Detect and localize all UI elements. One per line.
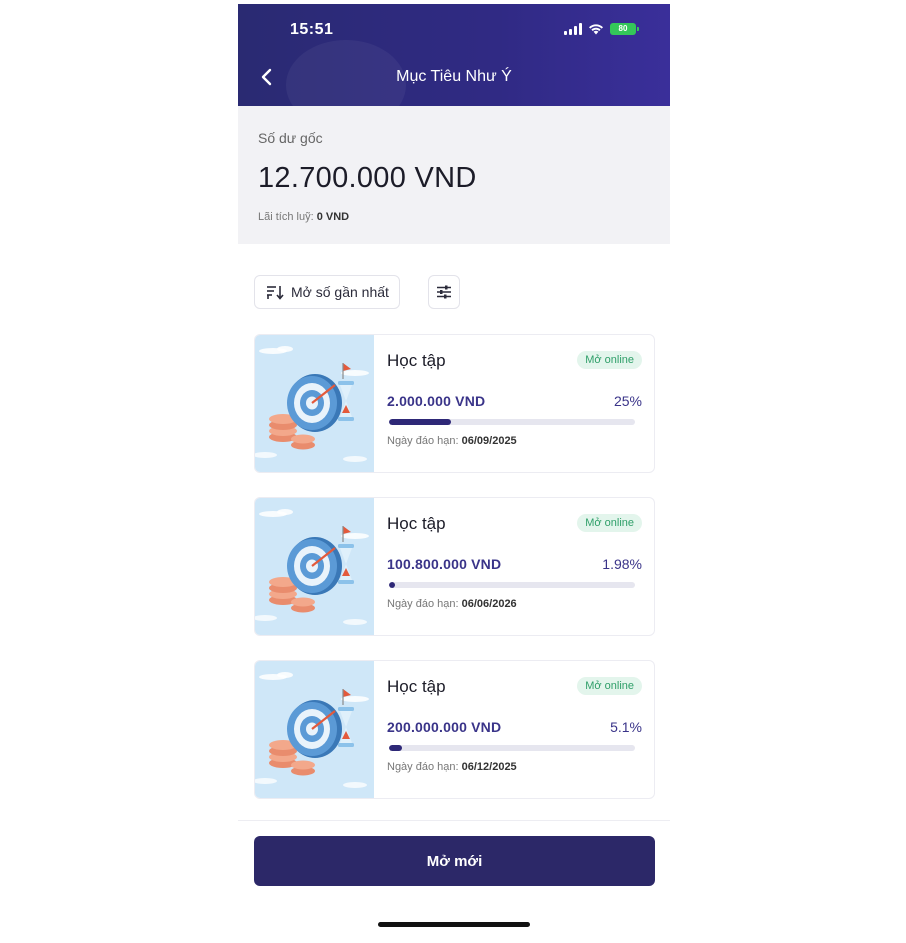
card-maturity: Ngày đáo hạn: 06/06/2026 bbox=[387, 598, 517, 610]
maturity-label: Ngày đáo hạn: bbox=[387, 598, 459, 610]
card-amount: 2.000.000 VND bbox=[387, 393, 486, 409]
progress-fill bbox=[389, 582, 395, 588]
card-percent: 5.1% bbox=[610, 719, 642, 735]
card-goal-name: Học tập bbox=[387, 677, 446, 696]
card-goal-name: Học tập bbox=[387, 514, 446, 533]
accrued-value: 0 VND bbox=[316, 211, 350, 223]
accrued-interest: Lãi tích luỹ: 0 VND bbox=[258, 211, 349, 223]
online-badge: Mở online bbox=[577, 677, 642, 695]
online-badge: Mở online bbox=[577, 351, 642, 369]
maturity-date: 06/06/2026 bbox=[461, 598, 517, 610]
phone-screen: 15:51 80 Mục Tiêu Như Ý Số dư gốc 12.700… bbox=[238, 4, 670, 939]
battery-icon: 80 bbox=[610, 23, 639, 35]
footer-divider bbox=[238, 820, 670, 821]
cellular-signal-icon bbox=[564, 23, 582, 35]
status-time: 15:51 bbox=[290, 21, 334, 38]
card-percent: 25% bbox=[613, 393, 642, 409]
balance-panel: Số dư gốc 12.700.000 VND Lãi tích luỹ: 0… bbox=[238, 106, 670, 244]
card-amount: 200.000.000 VND bbox=[387, 719, 502, 735]
target-coins-hourglass-illustration bbox=[255, 346, 369, 462]
progress-fill bbox=[389, 419, 451, 425]
savings-card[interactable]: Học tập Mở online 100.800.000 VND 1.98% … bbox=[254, 497, 655, 636]
progress-fill bbox=[389, 745, 402, 751]
card-amount: 100.800.000 VND bbox=[387, 556, 502, 572]
sort-button[interactable]: Mở số gần nhất bbox=[254, 275, 400, 309]
progress-bar bbox=[389, 582, 635, 588]
target-coins-hourglass-illustration bbox=[255, 509, 369, 625]
filter-button[interactable] bbox=[428, 275, 460, 309]
sort-label: Mở số gần nhất bbox=[291, 284, 389, 300]
status-icons: 80 bbox=[564, 23, 639, 35]
card-illustration bbox=[255, 335, 374, 472]
maturity-date: 06/12/2025 bbox=[461, 761, 517, 773]
card-maturity: Ngày đáo hạn: 06/12/2025 bbox=[387, 761, 517, 773]
card-illustration bbox=[255, 498, 374, 635]
card-illustration bbox=[255, 661, 374, 798]
progress-bar bbox=[389, 419, 635, 425]
card-maturity: Ngày đáo hạn: 06/09/2025 bbox=[387, 435, 517, 447]
home-indicator bbox=[378, 922, 530, 927]
card-goal-name: Học tập bbox=[387, 351, 446, 370]
online-badge: Mở online bbox=[577, 514, 642, 532]
wifi-icon bbox=[589, 24, 603, 35]
maturity-label: Ngày đáo hạn: bbox=[387, 761, 459, 773]
balance-label: Số dư gốc bbox=[258, 130, 323, 146]
maturity-label: Ngày đáo hạn: bbox=[387, 435, 459, 447]
open-new-button[interactable]: Mở mới bbox=[254, 836, 655, 886]
filter-sliders-icon bbox=[437, 285, 451, 299]
savings-card[interactable]: Học tập Mở online 200.000.000 VND 5.1% N… bbox=[254, 660, 655, 799]
accrued-label: Lãi tích luỹ: bbox=[258, 211, 314, 223]
page-title: Mục Tiêu Như Ý bbox=[396, 68, 512, 85]
maturity-date: 06/09/2025 bbox=[461, 435, 517, 447]
sort-icon bbox=[267, 286, 284, 300]
balance-value: 12.700.000 VND bbox=[258, 162, 477, 194]
app-header: 15:51 80 Mục Tiêu Như Ý bbox=[238, 4, 670, 130]
card-percent: 1.98% bbox=[602, 556, 642, 572]
savings-card[interactable]: Học tập Mở online 2.000.000 VND 25% Ngày… bbox=[254, 334, 655, 473]
target-coins-hourglass-illustration bbox=[255, 672, 369, 788]
progress-bar bbox=[389, 745, 635, 751]
